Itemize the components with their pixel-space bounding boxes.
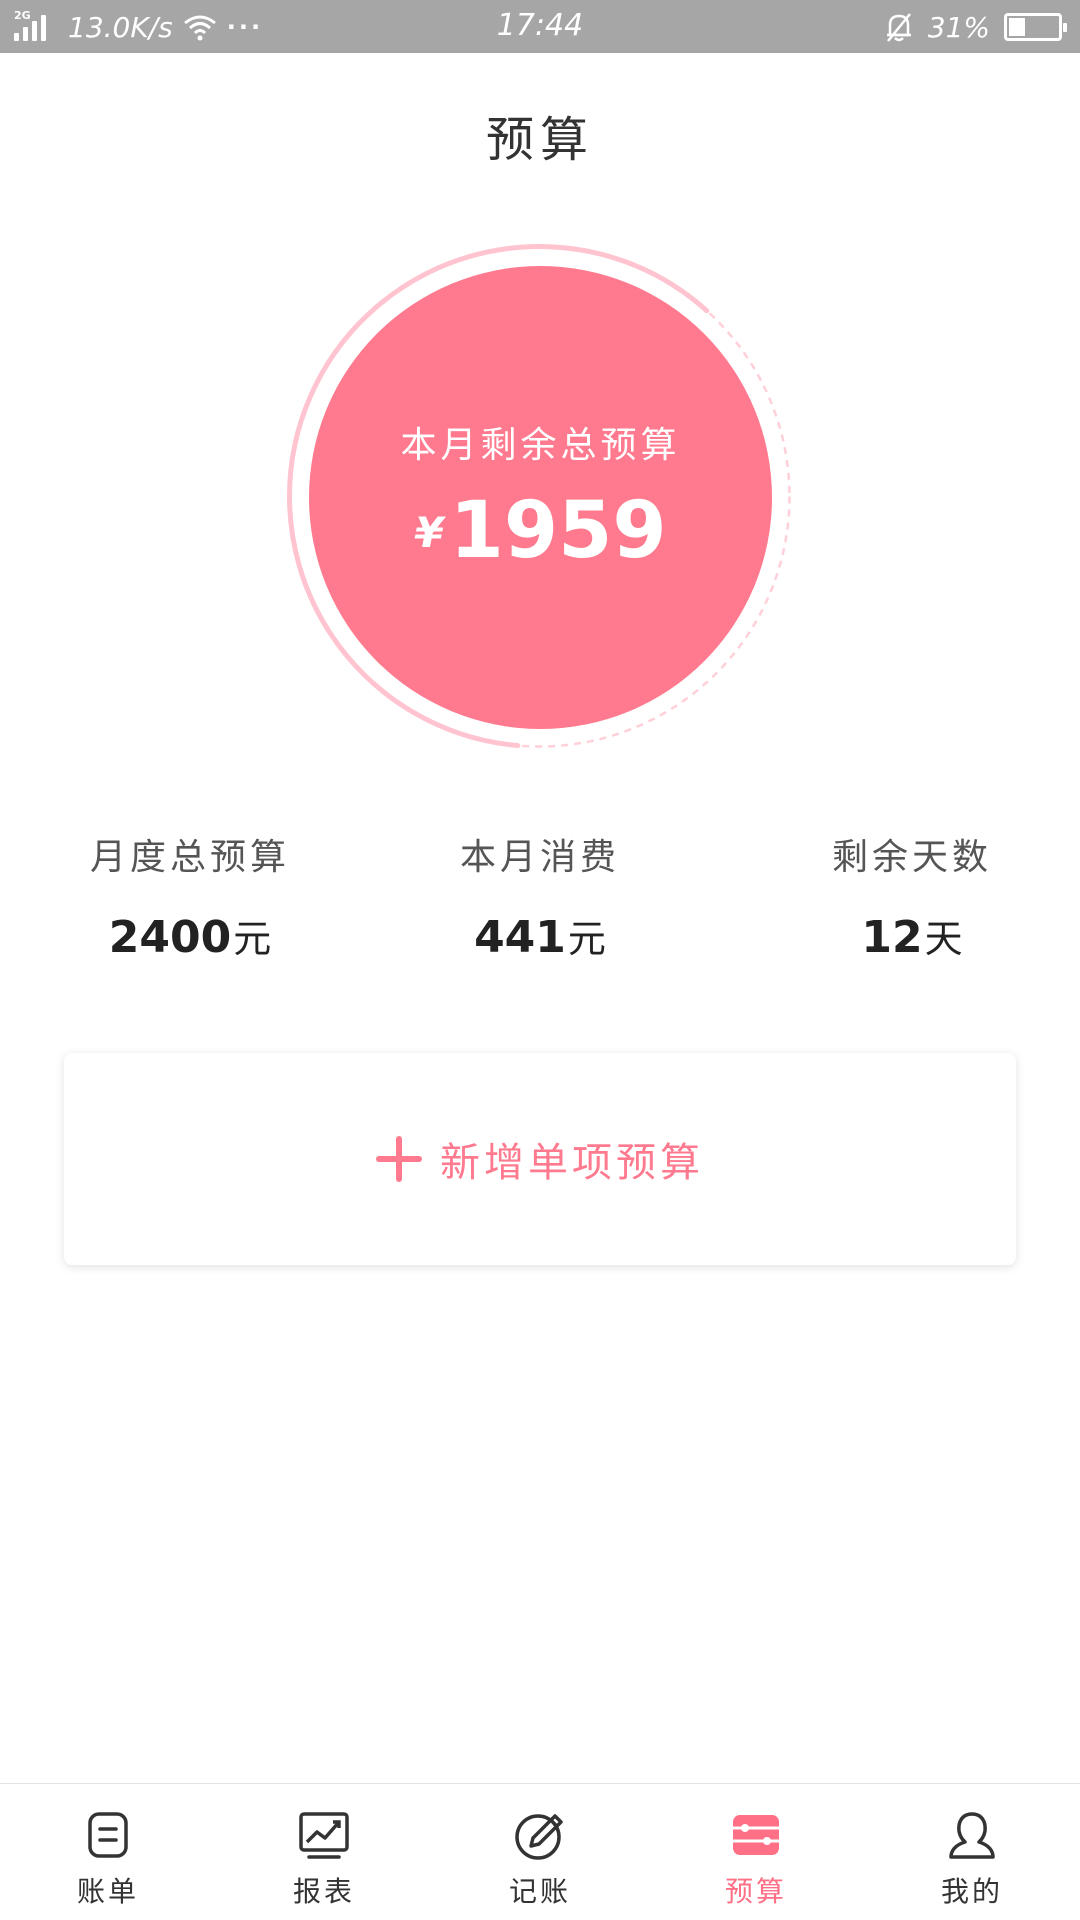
chart-icon	[299, 1812, 349, 1859]
remaining-budget-circle: 本月剩余总预算 ¥1959	[309, 266, 772, 729]
budget-icon	[733, 1815, 779, 1855]
mute-bell-icon	[886, 13, 911, 42]
stat-label: 剩余天数	[831, 837, 992, 878]
tab-budget[interactable]: 预算	[648, 1784, 864, 1920]
tab-bill[interactable]: 账单	[0, 1784, 216, 1920]
remaining-budget-amount: ¥1959	[309, 486, 772, 576]
tab-label: 账单	[76, 1875, 139, 1908]
plus-icon	[376, 1136, 422, 1182]
tab-label: 我的	[940, 1875, 1003, 1908]
user-icon	[949, 1812, 995, 1859]
stat-monthly-budget: 月度总预算 2400元	[40, 828, 340, 963]
stat-value: 2400元	[108, 912, 272, 963]
remaining-budget-value: 1959	[449, 486, 667, 576]
add-budget-item-button[interactable]: 新增单项预算	[64, 1053, 1016, 1265]
stat-label: 月度总预算	[89, 837, 290, 878]
page-title: 预算	[485, 112, 594, 168]
tab-label: 预算	[724, 1875, 787, 1908]
stat-remaining-days: 剩余天数 12天	[762, 828, 1062, 963]
tab-label: 记账	[508, 1875, 571, 1908]
tab-record[interactable]: 记账	[432, 1784, 648, 1920]
tab-report[interactable]: 报表	[216, 1784, 432, 1920]
stat-label: 本月消费	[459, 837, 620, 878]
stat-value: 441元	[474, 912, 606, 963]
battery-percent: 31%	[927, 10, 990, 44]
stat-month-spending: 本月消费 441元	[390, 828, 690, 963]
stat-value: 12天	[861, 912, 963, 963]
add-budget-item-label: 新增单项预算	[440, 1140, 704, 1186]
status-bar: 2G 13.0K/s ··· 17:44 31%	[0, 0, 1080, 53]
tab-label: 报表	[292, 1875, 355, 1908]
currency-symbol: ¥	[414, 508, 444, 557]
bottom-tab-bar: 账单 报表 记账 预算 我的	[0, 1783, 1080, 1920]
battery-icon	[1004, 13, 1067, 41]
tab-mine[interactable]: 我的	[864, 1784, 1080, 1920]
remaining-budget-label: 本月剩余总预算	[400, 425, 681, 466]
bill-icon	[88, 1812, 128, 1858]
pen-icon	[515, 1814, 563, 1860]
